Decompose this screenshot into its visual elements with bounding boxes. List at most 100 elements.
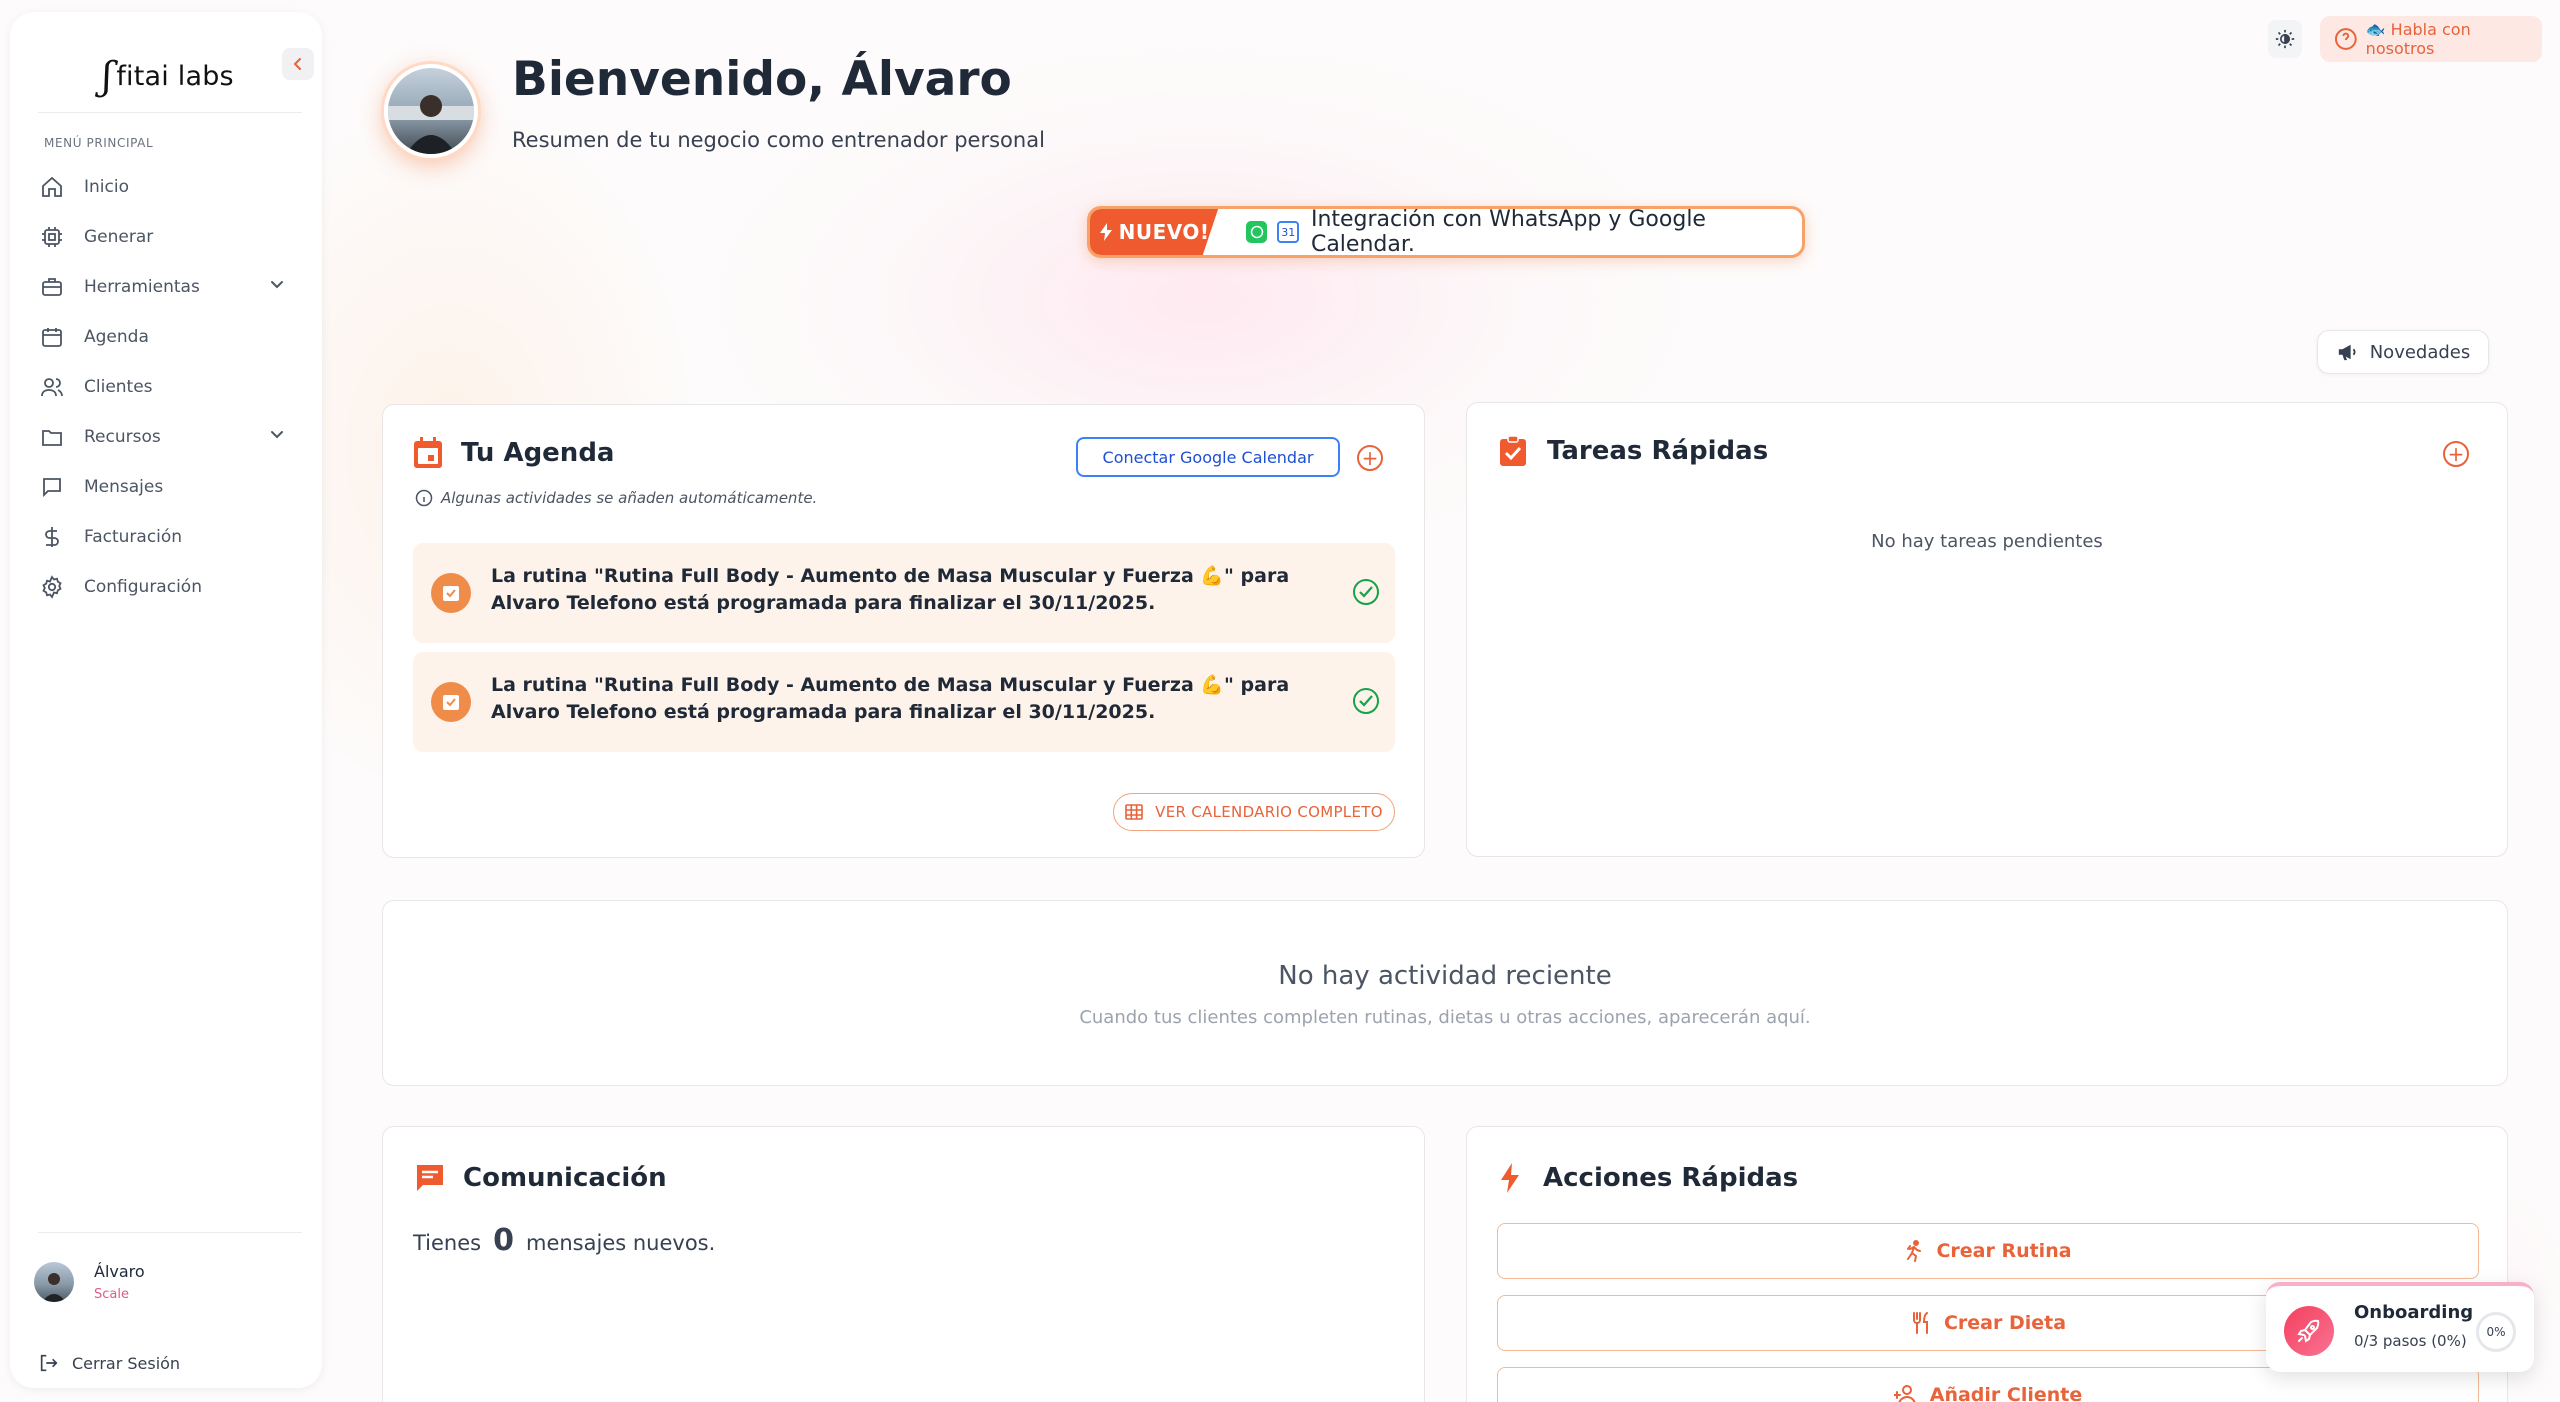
agenda-event[interactable]: La rutina "Rutina Full Body - Aumento de…: [413, 543, 1395, 643]
view-full-calendar-label: VER CALENDARIO COMPLETO: [1155, 803, 1383, 821]
question-icon: [2334, 28, 2357, 50]
menu-title: MENÚ PRINCIPAL: [44, 136, 154, 150]
logout-button[interactable]: Cerrar Sesión: [38, 1352, 180, 1374]
logo[interactable]: ʃ fitai labs: [102, 54, 234, 98]
check-icon: [1359, 586, 1373, 598]
google-calendar-icon: 31: [1277, 221, 1299, 243]
sidebar-item-label: Inicio: [84, 177, 129, 197]
logout-icon: [40, 1354, 58, 1372]
user-name: Álvaro: [94, 1262, 145, 1281]
chevron-down-icon[interactable]: [268, 276, 286, 294]
add-client-label: Añadir Cliente: [1929, 1384, 2083, 1402]
sidebar-item-herramientas[interactable]: Herramientas: [38, 262, 308, 312]
avatar[interactable]: [384, 64, 478, 158]
sidebar-item-mensajes[interactable]: Mensajes: [38, 462, 308, 512]
task-check-icon: [431, 573, 471, 613]
page-subtitle: Resumen de tu negocio como entrenador pe…: [512, 128, 1045, 152]
check-icon: [1359, 695, 1373, 707]
sidebar-item-label: Generar: [84, 227, 154, 247]
briefcase-icon: [38, 273, 66, 301]
activity-empty-title: No hay actividad reciente: [1278, 961, 1612, 991]
plus-icon: +: [2447, 442, 2465, 466]
onboarding-widget[interactable]: Onboarding 0/3 pasos (0%) 0%: [2266, 1282, 2534, 1372]
messages-suffix: mensajes nuevos.: [525, 1231, 716, 1255]
sidebar-item-agenda[interactable]: Agenda: [38, 312, 308, 362]
novedades-button[interactable]: Novedades: [2317, 330, 2489, 374]
theme-toggle-button[interactable]: [2268, 20, 2302, 58]
chevron-down-icon[interactable]: [268, 426, 286, 444]
user-plan-badge: Scale: [94, 1287, 129, 1302]
cpu-icon: [38, 223, 66, 251]
user-profile[interactable]: Álvaro Scale: [34, 1262, 145, 1302]
onboarding-percent: 0%: [2486, 1325, 2506, 1339]
task-check-icon: [431, 682, 471, 722]
rocket-icon: [2284, 1306, 2334, 1356]
quick-actions-title: Acciones Rápidas: [1543, 1163, 1799, 1193]
info-icon: [415, 489, 433, 507]
sidebar-item-generar[interactable]: Generar: [38, 212, 308, 262]
complete-event-button[interactable]: [1353, 688, 1379, 714]
sidebar-item-inicio[interactable]: Inicio: [38, 162, 308, 212]
onboarding-title: Onboarding: [2354, 1302, 2474, 1323]
communication-title: Comunicación: [463, 1163, 667, 1193]
connect-google-calendar-button[interactable]: Conectar Google Calendar: [1076, 437, 1340, 477]
add-task-button[interactable]: +: [2443, 441, 2469, 467]
messages-prefix: Tienes: [413, 1231, 482, 1255]
whatsapp-icon: [1246, 221, 1268, 243]
new-badge: NUEVO!: [1090, 209, 1219, 255]
sidebar: ʃ fitai labs MENÚ PRINCIPAL Inicio Gener…: [10, 12, 322, 1388]
utensils-icon: [1910, 1312, 1932, 1334]
chat-icon: [38, 473, 66, 501]
add-client-button[interactable]: Añadir Cliente: [1497, 1367, 2479, 1402]
home-icon: [38, 173, 66, 201]
novedades-label: Novedades: [2369, 341, 2471, 363]
onboarding-progress-ring: 0%: [2476, 1312, 2516, 1352]
sidebar-item-label: Configuración: [84, 577, 202, 597]
main-menu: Inicio Generar Herramientas Agenda Clien…: [38, 162, 308, 612]
quick-actions-header: Acciones Rápidas: [1499, 1163, 1798, 1193]
divider: [38, 1232, 302, 1233]
tasks-empty-state: No hay tareas pendientes: [1871, 531, 2103, 552]
activity-empty-subtitle: Cuando tus clientes completen rutinas, d…: [1079, 1007, 1811, 1028]
tasks-header: Tareas Rápidas: [1499, 435, 1768, 467]
sidebar-item-label: Mensajes: [84, 477, 164, 497]
help-button[interactable]: 🐟 Habla con nosotros: [2320, 16, 2542, 62]
folder-icon: [38, 423, 66, 451]
quick-tasks-card: Tareas Rápidas + No hay tareas pendiente…: [1466, 402, 2508, 857]
sidebar-item-label: Clientes: [84, 377, 153, 397]
logo-text: fitai labs: [116, 60, 234, 92]
calendar-icon: [414, 437, 442, 468]
add-event-button[interactable]: +: [1357, 445, 1383, 471]
user-plus-icon: [1893, 1384, 1918, 1402]
agenda-note-text: Algunas actividades se añaden automática…: [441, 489, 818, 507]
calendar-icon: [38, 323, 66, 351]
communication-card: Comunicación Tienes 0 mensajes nuevos.: [382, 1126, 1425, 1402]
grid-icon: [1125, 804, 1143, 820]
complete-event-button[interactable]: [1353, 579, 1379, 605]
new-feature-banner[interactable]: NUEVO! 31 Integración con WhatsApp y Goo…: [1087, 206, 1805, 258]
bolt-icon: [1501, 1163, 1519, 1193]
collapse-sidebar-button[interactable]: [282, 48, 314, 80]
agenda-event-text: La rutina "Rutina Full Body - Aumento de…: [491, 565, 1290, 614]
banner-text: Integración con WhatsApp y Google Calend…: [1310, 207, 1706, 257]
create-routine-label: Crear Rutina: [1936, 1240, 2072, 1262]
agenda-event[interactable]: La rutina "Rutina Full Body - Aumento de…: [413, 652, 1395, 752]
sidebar-item-recursos[interactable]: Recursos: [38, 412, 308, 462]
onboarding-progress-text: 0/3 pasos (0%): [2354, 1332, 2467, 1350]
sidebar-item-configuracion[interactable]: Configuración: [38, 562, 308, 612]
recent-activity-card: No hay actividad reciente Cuando tus cli…: [382, 900, 2508, 1086]
view-full-calendar-button[interactable]: VER CALENDARIO COMPLETO: [1113, 793, 1395, 831]
agenda-card: Tu Agenda Conectar Google Calendar + Alg…: [382, 404, 1425, 858]
sidebar-item-facturacion[interactable]: Facturación: [38, 512, 308, 562]
new-messages-summary[interactable]: Tienes 0 mensajes nuevos.: [413, 1223, 715, 1258]
avatar: [34, 1262, 74, 1302]
sidebar-item-label: Agenda: [84, 327, 149, 347]
agenda-event-text: La rutina "Rutina Full Body - Aumento de…: [491, 674, 1290, 723]
chevron-left-icon: [293, 58, 301, 70]
divider: [38, 112, 302, 113]
megaphone-icon: [2338, 344, 2356, 361]
create-routine-button[interactable]: Crear Rutina: [1497, 1223, 2479, 1279]
tasks-title: Tareas Rápidas: [1547, 436, 1769, 466]
clipboard-check-icon: [1500, 435, 1526, 466]
sidebar-item-clientes[interactable]: Clientes: [38, 362, 308, 412]
